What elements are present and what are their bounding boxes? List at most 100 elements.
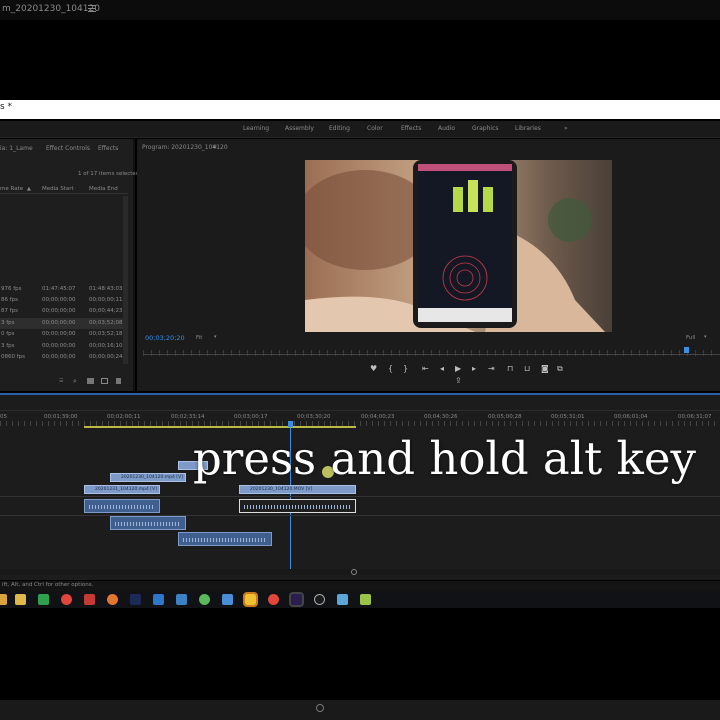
step-forward-icon[interactable]: ▸ bbox=[472, 364, 476, 373]
scrub-handle[interactable] bbox=[316, 704, 324, 712]
workspace-audio[interactable]: Audio bbox=[438, 125, 455, 132]
audio-clip[interactable] bbox=[178, 532, 272, 546]
chrome-icon[interactable] bbox=[61, 594, 72, 605]
workspace-color[interactable]: Color bbox=[367, 125, 383, 132]
taskbar-app-icon[interactable] bbox=[84, 594, 95, 605]
column-media-start[interactable]: Media Start bbox=[42, 186, 74, 192]
bottom-player-bar bbox=[0, 700, 720, 720]
column-frame-rate[interactable]: me Rate bbox=[0, 186, 23, 192]
mark-in-icon[interactable]: { bbox=[388, 364, 393, 373]
go-to-out-icon[interactable]: ⇥ bbox=[488, 364, 495, 373]
taskbar-app-icon[interactable] bbox=[222, 594, 233, 605]
ruler-tick: 00;06;01;04 bbox=[614, 414, 648, 420]
list-item[interactable]: 86 fps 00;00;00;00 00;00;00;11 bbox=[0, 295, 125, 306]
ruler-tick: 00;06;31;07 bbox=[678, 414, 712, 420]
sort-ascending-icon[interactable]: ▲ bbox=[27, 186, 31, 192]
window-title: m_20201230_104120 bbox=[2, 4, 100, 14]
lift-icon[interactable]: ⊓ bbox=[507, 364, 513, 373]
video-frame bbox=[305, 160, 612, 332]
ruler-tick: 00;02;00;11 bbox=[107, 414, 141, 420]
title-bar: m_20201230_104120 bbox=[0, 0, 720, 20]
scrollbar-handle[interactable] bbox=[351, 569, 357, 575]
taskbar-app-icon[interactable] bbox=[153, 594, 164, 605]
ruler-tick: 00;02;33;14 bbox=[171, 414, 205, 420]
list-item-selected[interactable]: 3 fps 00;00;00;00 00;03;52;08 bbox=[0, 318, 125, 329]
file-explorer-icon[interactable] bbox=[15, 594, 26, 605]
tab-effect-controls[interactable]: Effect Controls bbox=[46, 145, 90, 152]
taskbar-app-icon[interactable] bbox=[314, 594, 325, 605]
file-tab-label[interactable]: s * bbox=[0, 102, 12, 112]
video-content-image bbox=[305, 160, 612, 332]
search-icon[interactable]: ⌕ bbox=[73, 377, 77, 386]
video-clip[interactable]: 20201230_104120.mp4 [V] bbox=[110, 473, 186, 482]
audio-clip-selected[interactable] bbox=[239, 499, 356, 513]
file-tab-bar: s * bbox=[0, 100, 720, 119]
chevron-down-icon[interactable]: ▾ bbox=[704, 334, 707, 340]
work-area-bar[interactable] bbox=[84, 426, 356, 428]
quality-dropdown[interactable]: Full bbox=[686, 335, 695, 341]
new-item-icon[interactable] bbox=[101, 378, 108, 384]
workspace-editing[interactable]: Editing bbox=[329, 125, 350, 132]
step-back-icon[interactable]: ◂ bbox=[440, 364, 444, 373]
workspace-libraries[interactable]: Libraries bbox=[515, 125, 541, 132]
tab-media[interactable]: ia: 1_Lame bbox=[0, 145, 33, 152]
extract-icon[interactable]: ⊔ bbox=[524, 364, 530, 373]
taskbar-app-icon[interactable] bbox=[337, 594, 348, 605]
workspace-assembly[interactable]: Assembly bbox=[285, 125, 314, 132]
firefox-icon[interactable] bbox=[107, 594, 118, 605]
list-item[interactable]: 0 fps 00;00;00;00 00;03;52;18 bbox=[0, 329, 125, 340]
taskbar-app-icon[interactable] bbox=[0, 594, 7, 605]
camera-icon[interactable]: ◙ bbox=[541, 364, 549, 373]
workspace-overflow-icon[interactable]: » bbox=[564, 125, 568, 132]
audio-clip[interactable] bbox=[84, 499, 160, 513]
add-marker-icon[interactable]: ♥ bbox=[370, 364, 377, 373]
monitor-playhead[interactable] bbox=[684, 347, 689, 353]
list-item[interactable]: 3 fps 00;00;00;00 00;00;16;10 bbox=[0, 341, 125, 352]
ruler-tick: 00;05;00;28 bbox=[488, 414, 522, 420]
chrome-icon[interactable] bbox=[268, 594, 279, 605]
menu-icon[interactable] bbox=[88, 5, 96, 14]
list-item[interactable]: 0860 fps 00;00;00;00 00;00;00;24 bbox=[0, 352, 125, 363]
audio-clip[interactable] bbox=[110, 516, 186, 530]
project-column-header: me Rate ▲ Media Start Media End bbox=[0, 183, 128, 194]
ruler-tick: 00;05;31;01 bbox=[551, 414, 585, 420]
folder-icon[interactable] bbox=[87, 378, 94, 384]
ruler-tick: 00;01;39;00 bbox=[44, 414, 78, 420]
taskbar-app-icon[interactable] bbox=[199, 594, 210, 605]
status-text: ift, Alt, and Ctrl for other options. bbox=[2, 582, 94, 588]
taskbar-app-icon[interactable] bbox=[38, 594, 49, 605]
monitor-time-ruler[interactable] bbox=[143, 350, 718, 356]
project-scrollbar[interactable] bbox=[123, 196, 128, 364]
panel-menu-icon[interactable]: ≡ bbox=[212, 143, 217, 150]
tab-effects[interactable]: Effects bbox=[98, 145, 118, 152]
fit-dropdown[interactable]: Fit bbox=[196, 335, 202, 341]
export-frame-icon[interactable]: ⇪ bbox=[455, 376, 462, 385]
ruler-tick: 05 bbox=[0, 414, 7, 420]
sort-icon[interactable]: ☰ bbox=[59, 378, 63, 384]
trash-icon[interactable] bbox=[116, 378, 121, 384]
go-to-in-icon[interactable]: ⇤ bbox=[422, 364, 429, 373]
playhead-timecode[interactable]: 00;03;20;20 bbox=[145, 334, 185, 342]
video-clip[interactable]: 20201230_104120.MOV [V] bbox=[239, 485, 356, 494]
premiere-pro-icon[interactable] bbox=[289, 592, 304, 607]
chevron-down-icon[interactable]: ▾ bbox=[214, 334, 217, 340]
workspace-bar: Learning Assembly Editing Color Effects … bbox=[0, 121, 720, 138]
column-media-end[interactable]: Media End bbox=[89, 186, 118, 192]
list-item[interactable]: 976 fps 01:47:45:07 01:48:43:03 bbox=[0, 284, 125, 295]
ruler-tick: 00;03;30;20 bbox=[297, 414, 331, 420]
workspace-learning[interactable]: Learning bbox=[243, 125, 269, 132]
mark-out-icon[interactable]: } bbox=[403, 364, 408, 373]
track-divider bbox=[0, 515, 720, 516]
ruler-tick: 00;03;00;17 bbox=[234, 414, 268, 420]
compare-icon[interactable]: ⧉ bbox=[557, 364, 563, 374]
taskbar-app-icon[interactable] bbox=[176, 594, 187, 605]
timeline-scrollbar[interactable] bbox=[0, 569, 720, 575]
sticky-notes-icon[interactable] bbox=[243, 592, 258, 607]
taskbar-app-icon[interactable] bbox=[360, 594, 371, 605]
workspace-graphics[interactable]: Graphics bbox=[472, 125, 499, 132]
audition-icon[interactable] bbox=[130, 594, 141, 605]
list-item[interactable]: 87 fps 00;00;00;00 00;00;44;23 bbox=[0, 306, 125, 317]
video-clip[interactable]: 20201231_104120.mp4 [V] bbox=[84, 485, 160, 494]
workspace-effects[interactable]: Effects bbox=[401, 125, 421, 132]
play-icon[interactable]: ▶ bbox=[455, 364, 461, 373]
